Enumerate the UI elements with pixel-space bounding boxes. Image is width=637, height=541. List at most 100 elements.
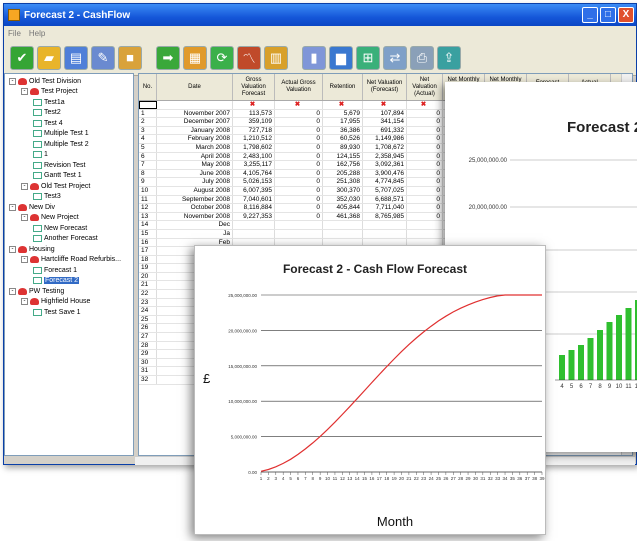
- maximize-button[interactable]: □: [600, 7, 616, 23]
- grid-cell[interactable]: 6,007,395: [233, 186, 275, 195]
- column-header[interactable]: Actual Gross Valuation: [275, 74, 323, 100]
- grid-cell[interactable]: 28: [139, 341, 157, 350]
- minimize-button[interactable]: _: [582, 7, 598, 23]
- grid-cell[interactable]: June 2008: [157, 169, 233, 178]
- grid-cell[interactable]: 11: [139, 195, 157, 204]
- table-edit-button[interactable]: ▥: [264, 45, 288, 70]
- grid-cell[interactable]: 0: [407, 109, 443, 118]
- tree-toggle-icon[interactable]: -: [9, 245, 16, 253]
- grid-cell[interactable]: 0: [407, 126, 443, 135]
- grid-cell[interactable]: 30: [139, 358, 157, 367]
- grid-cell[interactable]: 13: [139, 212, 157, 221]
- tree-node[interactable]: - New Project: [5, 213, 133, 224]
- grid-cell[interactable]: 0: [275, 169, 323, 178]
- columns-button[interactable]: ▮: [302, 45, 326, 70]
- add-window-button[interactable]: ⊞: [356, 45, 380, 70]
- tree-node[interactable]: Test 4: [5, 118, 133, 129]
- arrow-right-button[interactable]: ➡: [156, 45, 180, 70]
- grid-cell[interactable]: 24: [139, 307, 157, 315]
- grid-cell[interactable]: 19: [139, 264, 157, 272]
- grid-cell[interactable]: 727,718: [233, 126, 275, 135]
- grid-cell[interactable]: Dec: [157, 221, 233, 229]
- grid-cell[interactable]: [157, 101, 233, 109]
- grid-cell[interactable]: 2,483,100: [233, 152, 275, 161]
- grid-cell[interactable]: 0: [407, 195, 443, 204]
- grid-cell[interactable]: 691,332: [363, 126, 407, 135]
- grid-cell[interactable]: 5,679: [323, 109, 363, 118]
- grid-cell[interactable]: 16: [139, 238, 157, 247]
- grid-cell[interactable]: 4: [139, 135, 157, 143]
- tree-node[interactable]: - Housing: [5, 244, 133, 255]
- grid-cell[interactable]: 0: [407, 143, 443, 152]
- grid-cell[interactable]: 0: [407, 135, 443, 143]
- grid-cell[interactable]: 17: [139, 247, 157, 255]
- box-button[interactable]: ■: [118, 45, 142, 70]
- grid-cell[interactable]: March 2008: [157, 143, 233, 152]
- grid-cell[interactable]: 5,026,153: [233, 178, 275, 186]
- menu-help[interactable]: Help: [29, 29, 45, 38]
- tree-toggle-icon[interactable]: -: [21, 214, 28, 222]
- transfer-button[interactable]: ⇄: [383, 45, 407, 70]
- tree-node[interactable]: Gantt Test 1: [5, 171, 133, 182]
- grid-cell[interactable]: 3,092,361: [363, 161, 407, 169]
- tree-node[interactable]: - PW Testing: [5, 286, 133, 297]
- tree-node[interactable]: Test Save 1: [5, 307, 133, 318]
- grid-cell[interactable]: 4,774,845: [363, 178, 407, 186]
- grid-cell[interactable]: 9: [139, 178, 157, 186]
- grid-cell[interactable]: [407, 221, 443, 229]
- grid-cell[interactable]: 20: [139, 272, 157, 281]
- grid-cell[interactable]: April 2008: [157, 152, 233, 161]
- grid-cell[interactable]: [275, 229, 323, 238]
- grid-cell[interactable]: 1,798,602: [233, 143, 275, 152]
- grid-cell[interactable]: [363, 229, 407, 238]
- grid-cell[interactable]: 9,227,353: [233, 212, 275, 221]
- check-button[interactable]: ✔: [10, 45, 34, 70]
- grid-cell[interactable]: 0: [407, 161, 443, 169]
- grid-cell[interactable]: 8,765,985: [363, 212, 407, 221]
- export-button[interactable]: ⇪: [437, 45, 461, 70]
- tree-node[interactable]: - Old Test Project: [5, 181, 133, 192]
- grid-cell[interactable]: 23: [139, 298, 157, 307]
- grid-cell[interactable]: 0: [275, 212, 323, 221]
- grid-cell[interactable]: 162,756: [323, 161, 363, 169]
- grid-cell[interactable]: 0: [407, 169, 443, 178]
- grid-cell[interactable]: 1,210,512: [233, 135, 275, 143]
- grid-cell[interactable]: [139, 101, 157, 109]
- tree-toggle-icon[interactable]: -: [9, 203, 16, 211]
- grid-cell[interactable]: [323, 221, 363, 229]
- grid-cell[interactable]: [407, 229, 443, 238]
- column-header[interactable]: Date: [157, 74, 233, 100]
- print-button[interactable]: ⎙: [410, 45, 434, 70]
- grid-cell[interactable]: 0: [407, 118, 443, 126]
- grid-cell[interactable]: 32: [139, 376, 157, 384]
- grid-cell[interactable]: 1: [139, 109, 157, 118]
- delete-marker-icon[interactable]: ✖: [363, 101, 407, 109]
- grid-cell[interactable]: August 2008: [157, 186, 233, 195]
- grid-cell[interactable]: 25: [139, 315, 157, 324]
- column-header[interactable]: Net Valuation (Actual): [407, 74, 443, 100]
- grid-cell[interactable]: 14: [139, 221, 157, 229]
- grid-cell[interactable]: 352,030: [323, 195, 363, 204]
- tree-toggle-icon[interactable]: -: [21, 88, 28, 96]
- bar-chart-button[interactable]: ▆: [329, 45, 353, 70]
- grid-cell[interactable]: 17,955: [323, 118, 363, 126]
- grid-cell[interactable]: 0: [275, 118, 323, 126]
- tree-toggle-icon[interactable]: -: [21, 182, 28, 190]
- grid-cell[interactable]: 251,308: [323, 178, 363, 186]
- delete-marker-icon[interactable]: ✖: [407, 101, 443, 109]
- grid-cell[interactable]: 0: [407, 204, 443, 212]
- tree-node[interactable]: - Hartcliffe Road Refurbis...: [5, 255, 133, 266]
- chart-line-button[interactable]: 〽: [237, 45, 261, 70]
- grid-cell[interactable]: [275, 221, 323, 229]
- column-header[interactable]: Gross Valuation Forecast: [233, 74, 275, 100]
- grid-cell[interactable]: 26: [139, 324, 157, 333]
- grid-cell[interactable]: [363, 221, 407, 229]
- tree-node[interactable]: Forecast 1: [5, 265, 133, 276]
- grid-cell[interactable]: 31: [139, 367, 157, 375]
- grid-cell[interactable]: February 2008: [157, 135, 233, 143]
- grid-cell[interactable]: 0: [275, 135, 323, 143]
- tree-toggle-icon[interactable]: -: [9, 287, 16, 295]
- grid-cell[interactable]: 107,894: [363, 109, 407, 118]
- grid-cell[interactable]: 29: [139, 350, 157, 358]
- grid-cell[interactable]: 0: [275, 161, 323, 169]
